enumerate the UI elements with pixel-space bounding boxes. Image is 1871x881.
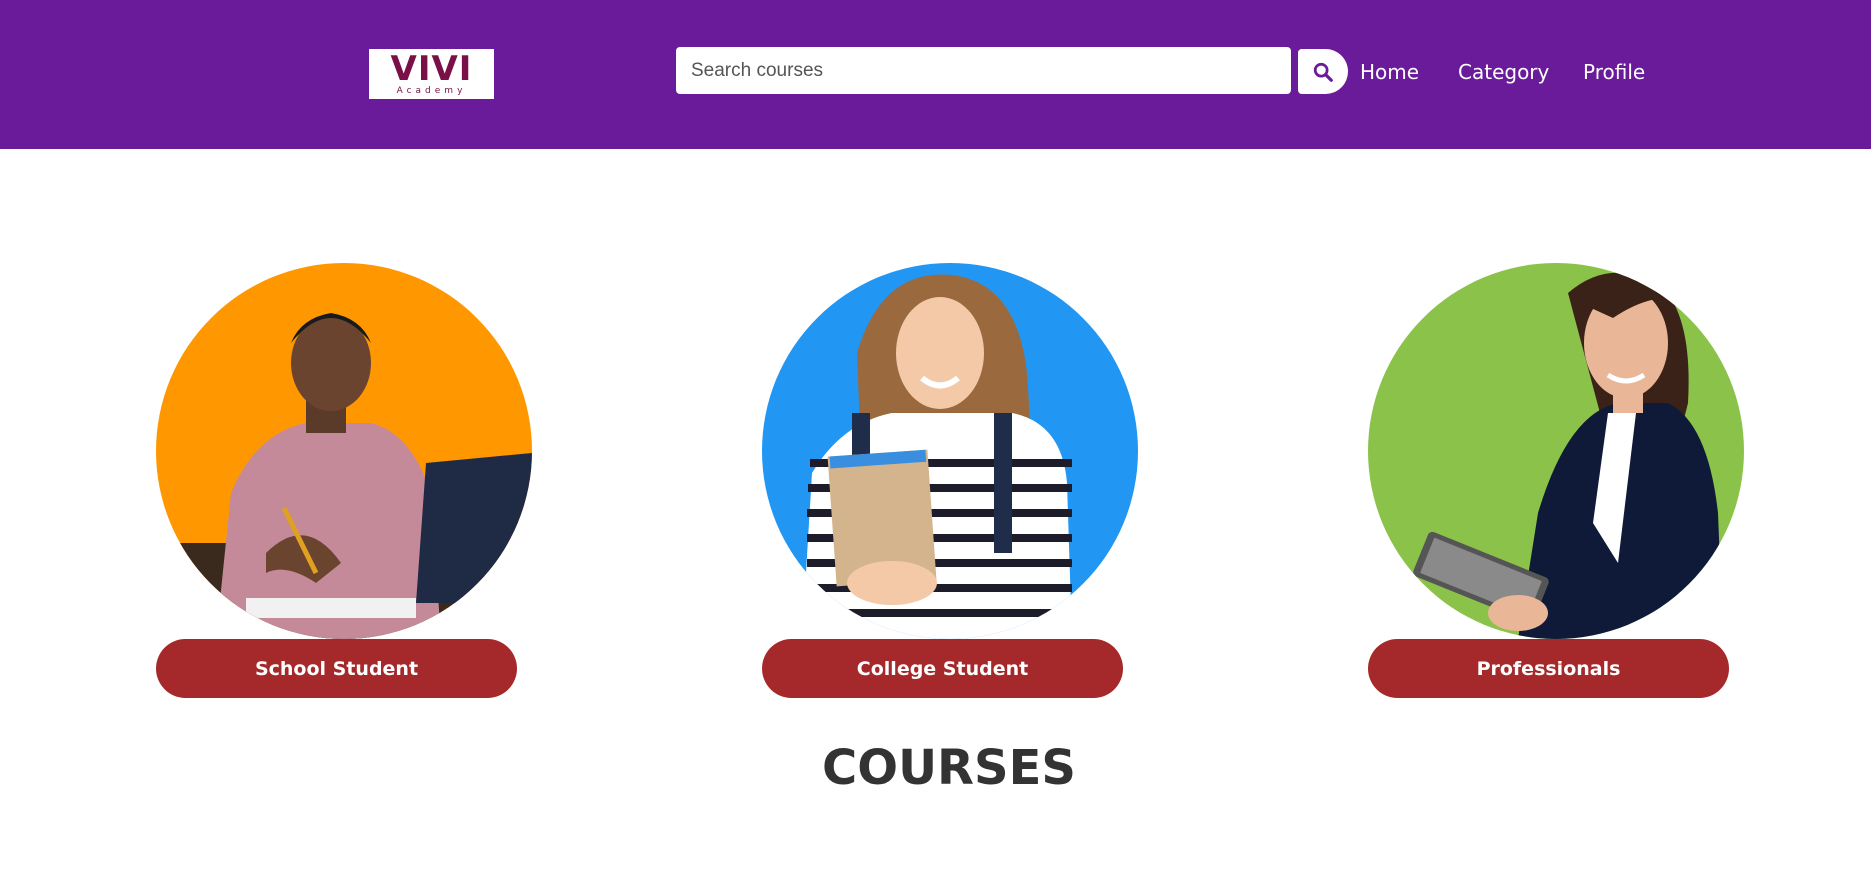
courses-section-title: COURSES [822,740,1076,796]
college-student-button[interactable]: College Student [762,639,1123,698]
top-navbar: VIVI Academy Home Category Profile [0,0,1871,149]
student-holding-notebook-illustration [802,274,1072,639]
logo-wordmark: VIVI [390,49,473,89]
vivi-academy-logo[interactable]: VIVI Academy [369,49,494,99]
search-input[interactable] [676,47,1291,94]
professionals-button[interactable]: Professionals [1368,639,1729,698]
nav-profile-link[interactable]: Profile [1583,60,1645,84]
college-student-image[interactable] [762,263,1138,639]
search-icon [1313,62,1333,82]
school-student-image[interactable] [156,263,532,639]
logo-subtitle: Academy [396,86,467,96]
professionals-image[interactable] [1368,263,1744,639]
nav-home-link[interactable]: Home [1360,60,1419,84]
school-student-button[interactable]: School Student [156,639,517,698]
search-button[interactable] [1298,49,1348,94]
student-writing-at-laptop-illustration [156,313,532,639]
nav-category-link[interactable]: Category [1458,60,1549,84]
professional-woman-with-tablet-illustration [1413,272,1723,639]
